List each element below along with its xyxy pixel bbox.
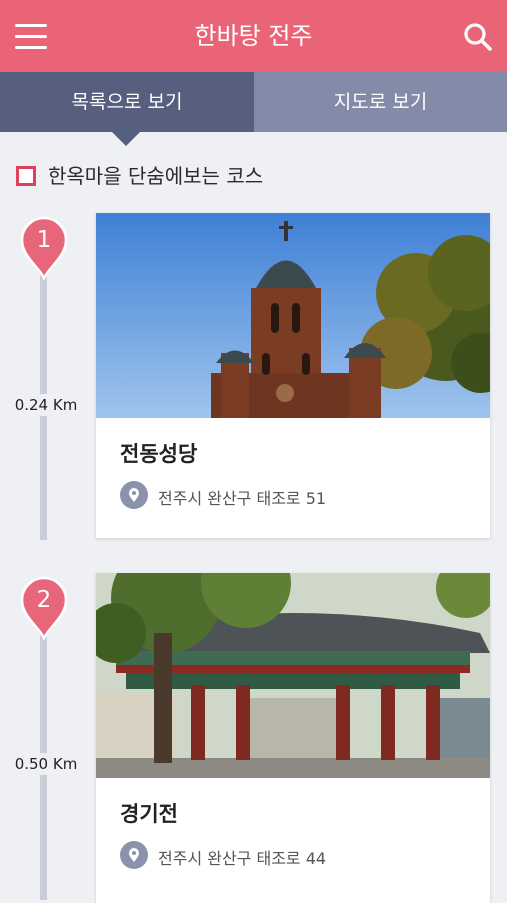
search-icon[interactable] xyxy=(463,22,493,52)
location-pin-icon xyxy=(120,841,148,869)
app-title: 한바탕 전주 xyxy=(194,22,313,50)
active-tab-indicator xyxy=(112,132,140,146)
stop-number-pin: 1 xyxy=(18,212,70,281)
place-photo xyxy=(96,573,490,778)
place-address: 전주시 완산구 태조로 51 xyxy=(158,489,327,508)
place-address: 전주시 완산구 태조로 44 xyxy=(158,849,327,868)
place-name: 전동성당 xyxy=(120,442,198,466)
tab-map-view[interactable]: 지도로 보기 xyxy=(254,72,507,132)
stop-number: 2 xyxy=(36,587,52,613)
app-bar: 한바탕 전주 xyxy=(0,0,507,72)
place-card-jeondong-cathedral[interactable]: 전동성당 전주시 완산구 태조로 51 xyxy=(96,213,490,538)
stop-number-pin: 2 xyxy=(18,572,70,641)
section-title: 한옥마을 단숨에보는 코스 xyxy=(48,164,264,188)
location-pin-icon xyxy=(120,481,148,509)
place-photo xyxy=(96,213,490,418)
view-tabs: 목록으로 보기 지도로 보기 xyxy=(0,72,507,132)
tab-list-view[interactable]: 목록으로 보기 xyxy=(0,72,254,132)
distance-label: 0.50 Km xyxy=(0,753,92,775)
square-bullet-icon xyxy=(16,166,36,186)
distance-label: 0.24 Km xyxy=(0,394,92,416)
place-card-gyeonggijeon[interactable]: 경기전 전주시 완산구 태조로 44 xyxy=(96,573,490,903)
stop-number: 1 xyxy=(36,227,52,253)
place-name: 경기전 xyxy=(120,802,178,826)
